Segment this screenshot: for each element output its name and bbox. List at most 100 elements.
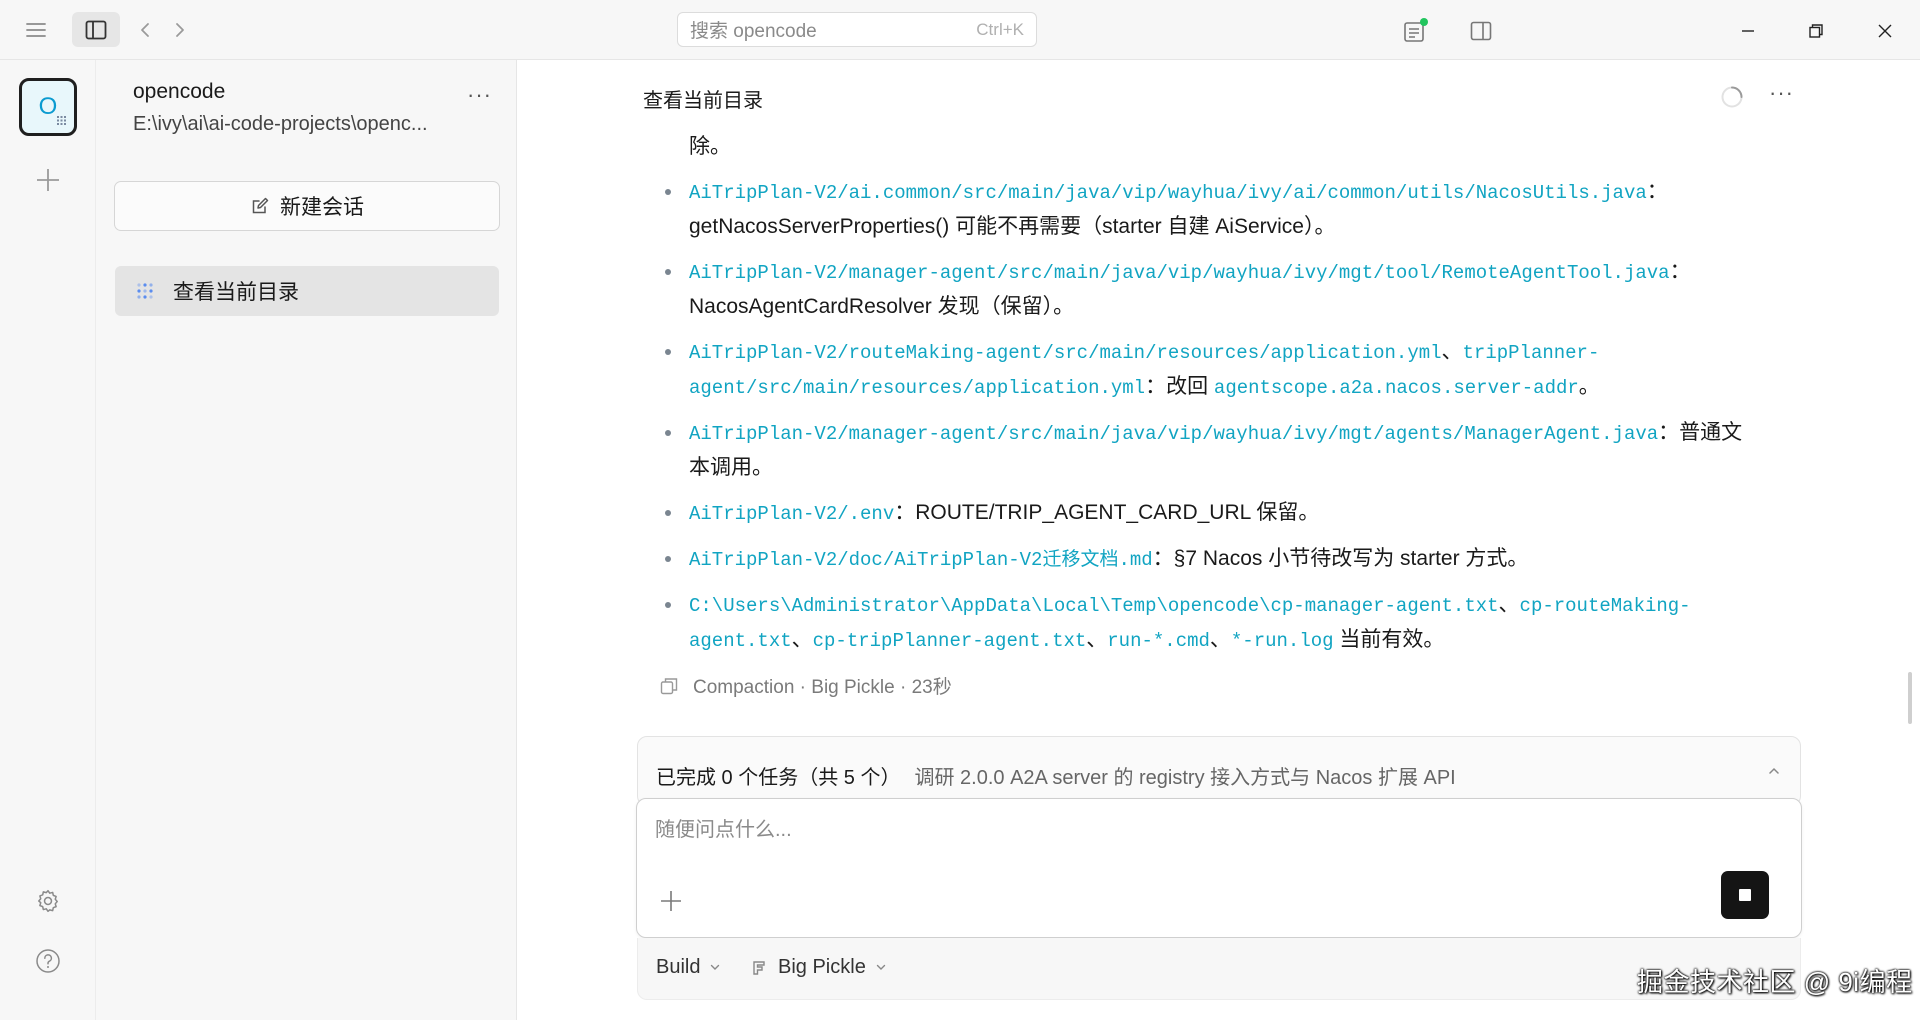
separator: 、 xyxy=(1498,593,1520,616)
prompt-input[interactable] xyxy=(655,819,1755,842)
file-path[interactable]: cp-tripPlanner-agent.txt xyxy=(813,630,1087,652)
model-label: Big Pickle xyxy=(778,956,866,978)
search-input[interactable]: 搜索 opencode Ctrl+K xyxy=(677,12,1037,47)
project-path: E:\ivy\ai\ai-code-projects\openc... xyxy=(133,113,428,135)
separator: 、 xyxy=(1441,340,1463,363)
task-line: 已完成 0 个任务（共 5 个） 调研 2.0.0 A2A server 的 re… xyxy=(656,761,1456,790)
loading-dots-icon xyxy=(137,283,153,299)
continuation-text: 除。 xyxy=(689,135,731,158)
separator: 、 xyxy=(1209,628,1231,651)
minimize-button[interactable] xyxy=(1735,18,1761,44)
close-icon xyxy=(1878,24,1892,38)
list-item: AiTripPlan-V2/.env：ROUTE/TRIP_AGENT_CARD… xyxy=(659,496,1759,531)
add-project-button[interactable] xyxy=(35,167,61,193)
message-content: 除。 AiTripPlan-V2/ai.common/src/main/java… xyxy=(659,130,1759,658)
chevron-right-icon xyxy=(176,23,184,37)
model-icon xyxy=(753,960,765,975)
task-status: 已完成 0 个任务（共 5 个） xyxy=(656,767,901,789)
config-key: agentscope.a2a.nacos.server-addr xyxy=(1213,377,1579,399)
compaction-meta: Compaction · Big Pickle · 23秒 xyxy=(659,672,952,699)
chevron-down-icon xyxy=(876,964,886,970)
item-text: 。 xyxy=(1578,375,1600,398)
panel-toggle-button[interactable] xyxy=(1467,17,1495,45)
status-dot-icon xyxy=(1420,18,1428,26)
file-list: AiTripPlan-V2/ai.common/src/main/java/vi… xyxy=(659,175,1759,658)
file-path[interactable]: AiTripPlan-V2/ai.common/src/main/java/vi… xyxy=(689,182,1647,204)
mode-select[interactable]: Build xyxy=(656,956,720,979)
edit-icon xyxy=(252,197,269,214)
item-text: ：§7 Nacos 小节待改写为 starter 方式。 xyxy=(1152,547,1529,570)
composer xyxy=(636,798,1802,938)
sidebar-toggle-icon xyxy=(85,20,107,39)
item-text: ：改回 xyxy=(1145,375,1214,398)
panel-right-icon xyxy=(1470,21,1492,41)
attach-button[interactable] xyxy=(659,889,683,913)
minimize-icon xyxy=(1742,30,1754,32)
list-item: AiTripPlan-V2/manager-agent/src/main/jav… xyxy=(659,255,1759,324)
item-text: 当前有效。 xyxy=(1333,628,1445,651)
chat-main: 查看当前目录 ··· 除。 AiTripPlan-V2/ai.common/sr… xyxy=(517,60,1920,1020)
session-item[interactable]: 查看当前目录 xyxy=(115,266,499,316)
task-progress-bar[interactable]: 已完成 0 个任务（共 5 个） 调研 2.0.0 A2A server 的 re… xyxy=(637,736,1801,806)
menu-icon[interactable] xyxy=(24,18,48,42)
plus-icon xyxy=(37,169,59,191)
project-name: opencode xyxy=(133,80,226,103)
back-button[interactable] xyxy=(133,18,157,42)
settings-button[interactable] xyxy=(35,888,61,914)
stop-icon xyxy=(1739,889,1751,901)
list-item: C:\Users\Administrator\AppData\Local\Tem… xyxy=(659,588,1759,658)
restore-icon xyxy=(1809,24,1823,38)
mode-bar: Build Big Pickle xyxy=(637,938,1801,1000)
list-item: AiTripPlan-V2/ai.common/src/main/java/vi… xyxy=(659,175,1759,244)
restore-button[interactable] xyxy=(1803,18,1829,44)
copy-icon xyxy=(660,677,678,694)
file-path[interactable]: AiTripPlan-V2/.env xyxy=(689,503,894,525)
chevron-down-icon xyxy=(711,964,720,970)
file-path[interactable]: *-run.log xyxy=(1231,630,1334,652)
search-shortcut: Ctrl+K xyxy=(976,19,1024,39)
project-status-icon xyxy=(57,116,66,125)
help-button[interactable] xyxy=(35,948,61,974)
close-button[interactable] xyxy=(1872,18,1898,44)
file-path[interactable]: AiTripPlan-V2/manager-agent/src/main/jav… xyxy=(689,423,1658,445)
new-session-label: 新建会话 xyxy=(280,196,364,219)
item-text: ：ROUTE/TRIP_AGENT_CARD_URL 保留。 xyxy=(894,501,1320,524)
scrollbar-thumb[interactable] xyxy=(1908,672,1912,724)
mode-label: Build xyxy=(656,956,701,978)
file-path[interactable]: AiTripPlan-V2/routeMaking-agent/src/main… xyxy=(689,342,1442,364)
project-more-button[interactable]: ··· xyxy=(467,82,492,108)
compaction-text: Compaction · Big Pickle · 23秒 xyxy=(693,677,952,698)
file-path[interactable]: run-*.cmd xyxy=(1107,630,1210,652)
session-sidebar: opencode ··· E:\ivy\ai\ai-code-projects\… xyxy=(96,60,517,1020)
separator: 、 xyxy=(1086,628,1108,651)
list-item: AiTripPlan-V2/manager-agent/src/main/jav… xyxy=(659,416,1759,485)
sidebar-toggle-button[interactable] xyxy=(72,12,120,47)
session-label: 查看当前目录 xyxy=(173,281,299,304)
status-panel-icon xyxy=(1404,18,1428,42)
help-icon xyxy=(36,949,60,973)
new-session-button[interactable]: 新建会话 xyxy=(114,181,500,231)
file-path[interactable]: C:\Users\Administrator\AppData\Local\Tem… xyxy=(689,595,1499,617)
task-description: 调研 2.0.0 A2A server 的 registry 接入方式与 Nac… xyxy=(914,767,1456,789)
spinner-icon xyxy=(1720,85,1744,109)
project-initial: O xyxy=(38,93,58,120)
separator: 、 xyxy=(791,628,813,651)
search-placeholder: 搜索 opencode xyxy=(690,21,817,42)
title-bar: 搜索 opencode Ctrl+K xyxy=(0,0,1920,60)
chevron-left-icon xyxy=(141,23,149,37)
file-path[interactable]: AiTripPlan-V2/manager-agent/src/main/jav… xyxy=(689,262,1670,284)
gear-icon xyxy=(38,889,58,913)
project-avatar[interactable]: O xyxy=(19,78,77,136)
session-more-button[interactable]: ··· xyxy=(1769,80,1794,106)
model-select[interactable]: Big Pickle xyxy=(750,956,886,979)
list-item: AiTripPlan-V2/doc/AiTripPlan-V2迁移文档.md：§… xyxy=(659,542,1759,577)
list-item: AiTripPlan-V2/routeMaking-agent/src/main… xyxy=(659,335,1759,405)
forward-button[interactable] xyxy=(168,18,192,42)
stop-button[interactable] xyxy=(1721,871,1769,919)
watermark: 掘金技术社区 @ 9i编程 xyxy=(1637,967,1913,997)
file-path[interactable]: AiTripPlan-V2/doc/AiTripPlan-V2迁移文档.md xyxy=(689,549,1153,571)
status-button[interactable] xyxy=(1400,16,1430,46)
session-title: 查看当前目录 xyxy=(643,90,763,112)
chevron-up-icon xyxy=(1769,767,1779,774)
plus-icon xyxy=(661,891,681,911)
